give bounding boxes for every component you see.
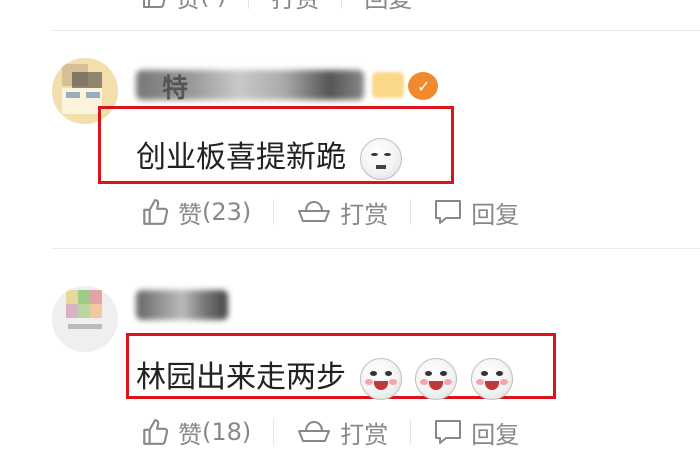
reply-label: 回复 [471,420,520,449]
reply-button[interactable]: 回复 [433,415,519,450]
username-visible-char: 特 [162,74,189,104]
vip-badge [372,72,404,98]
reply-button[interactable]: 回复 [364,0,412,14]
reward-button[interactable]: 打赏 [271,0,319,14]
thumbs-up-icon [140,417,170,447]
smile-emoji [415,357,458,400]
smile-emoji [470,357,513,400]
reward-label: 打赏 [340,420,389,449]
like-count: (18) [202,418,252,446]
action-bar: 赞 (18) 打赏 回复 [140,414,519,450]
comment-bubble-icon [433,198,463,226]
avatar-image [52,286,118,352]
thumbs-up-icon [140,197,170,227]
like-count: ( ) [200,0,226,10]
action-bar-top: 赞 ( ) 打赏 回复 [140,0,412,14]
level-badge: ✓ [408,72,438,100]
separator [273,419,275,445]
smile-emoji [359,357,402,400]
username-obscured[interactable] [136,290,228,320]
fire-icon: ✓ [417,77,431,96]
comment-text: 创业板喜提新跪 [136,132,402,180]
separator [410,199,412,225]
like-button[interactable]: 赞 (23) [140,195,251,230]
reward-label: 打赏 [340,200,389,229]
smirk-emoji [359,137,402,180]
thumbs-up-icon [140,0,168,10]
reward-button[interactable]: 打赏 [296,415,388,450]
reply-label: 回复 [364,0,412,14]
ingot-icon [296,199,332,225]
like-button[interactable]: 赞 ( ) [140,0,226,14]
comment-bubble-icon [433,418,463,446]
like-label: 赞 [178,200,202,229]
reward-label: 打赏 [271,0,319,14]
reward-button[interactable]: 打赏 [296,195,388,230]
ingot-icon [296,419,332,445]
reply-button[interactable]: 回复 [433,195,519,230]
separator [248,0,250,9]
reply-label: 回复 [471,200,520,229]
separator [341,0,343,9]
like-button[interactable]: 赞 (18) [140,415,251,450]
comment-text: 林园出来走两步 [136,352,513,400]
action-bar: 赞 (23) 打赏 回复 [140,194,519,230]
like-label: 赞 [176,0,200,14]
like-label: 赞 [178,420,202,449]
separator [273,199,275,225]
like-count: (23) [202,198,252,226]
divider [52,248,700,249]
separator [410,419,412,445]
avatar[interactable] [52,286,118,352]
divider [52,30,700,31]
